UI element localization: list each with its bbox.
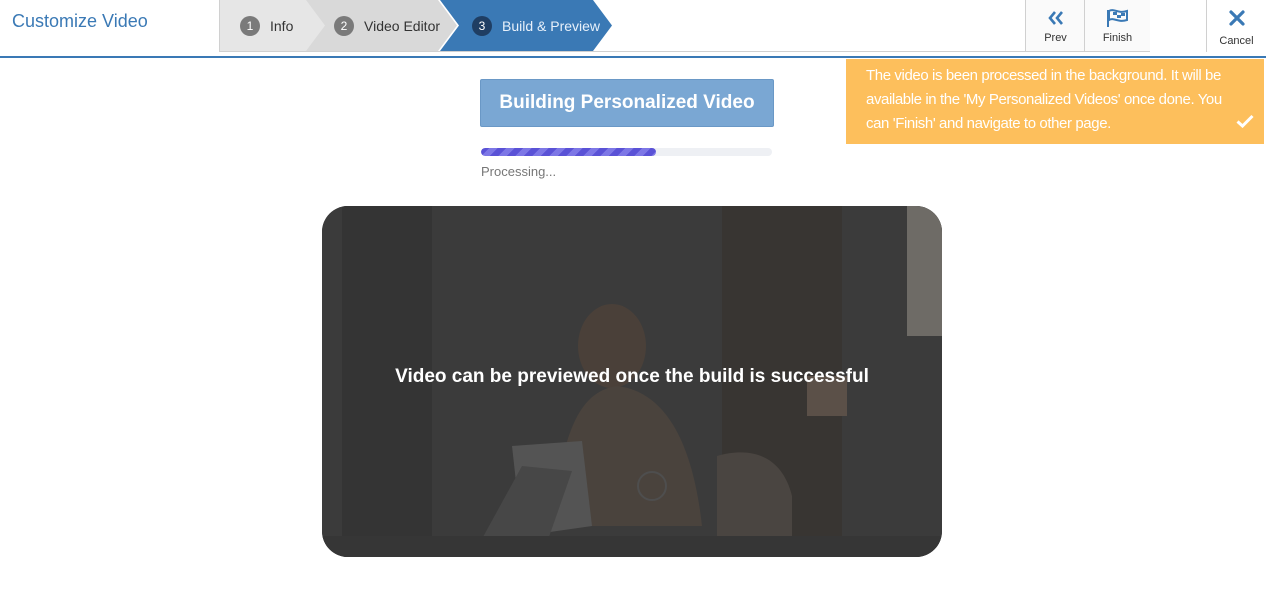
- finish-label: Finish: [1102, 32, 1133, 44]
- finish-button[interactable]: Finish: [1084, 0, 1150, 51]
- building-personalized-video-button[interactable]: Building Personalized Video: [480, 79, 774, 127]
- step-info[interactable]: 1 Info: [220, 0, 325, 51]
- close-icon: [1228, 10, 1245, 31]
- step-number: 1: [240, 15, 260, 36]
- progress-status: Processing...: [481, 164, 557, 179]
- build-progress-bar: [481, 148, 772, 156]
- step-build-preview[interactable]: 3 Build & Preview: [440, 0, 612, 51]
- prev-button[interactable]: Prev: [1025, 0, 1085, 51]
- video-preview: Video can be previewed once the build is…: [322, 206, 942, 557]
- cancel-button[interactable]: Cancel: [1206, 0, 1266, 52]
- processing-notification: The video is been processed in the backg…: [846, 59, 1264, 144]
- step-number: 2: [334, 15, 354, 36]
- customize-video-page: Customize Video 1 Info 2 Video Editor 3 …: [0, 0, 1266, 594]
- flag-icon: [1106, 8, 1130, 28]
- page-title: Customize Video: [12, 11, 148, 31]
- wizard-steps: 1 Info 2 Video Editor 3 Build & Preview …: [219, 0, 1150, 52]
- prev-label: Prev: [1044, 32, 1067, 44]
- step-label: Build & Preview: [502, 17, 601, 34]
- step-number: 3: [472, 15, 492, 36]
- header: Customize Video 1 Info 2 Video Editor 3 …: [0, 0, 1266, 58]
- build-progress-fill: [481, 148, 656, 156]
- step-video-editor[interactable]: 2 Video Editor: [302, 0, 457, 51]
- preview-message: Video can be previewed once the build is…: [395, 366, 869, 387]
- notification-message: The video is been processed in the backg…: [866, 67, 1222, 132]
- checkmark-icon[interactable]: [1236, 112, 1254, 136]
- step-label: Info: [270, 17, 294, 34]
- double-chevron-left-icon: [1047, 8, 1064, 28]
- step-label: Video Editor: [364, 17, 441, 34]
- cancel-label: Cancel: [1219, 35, 1254, 47]
